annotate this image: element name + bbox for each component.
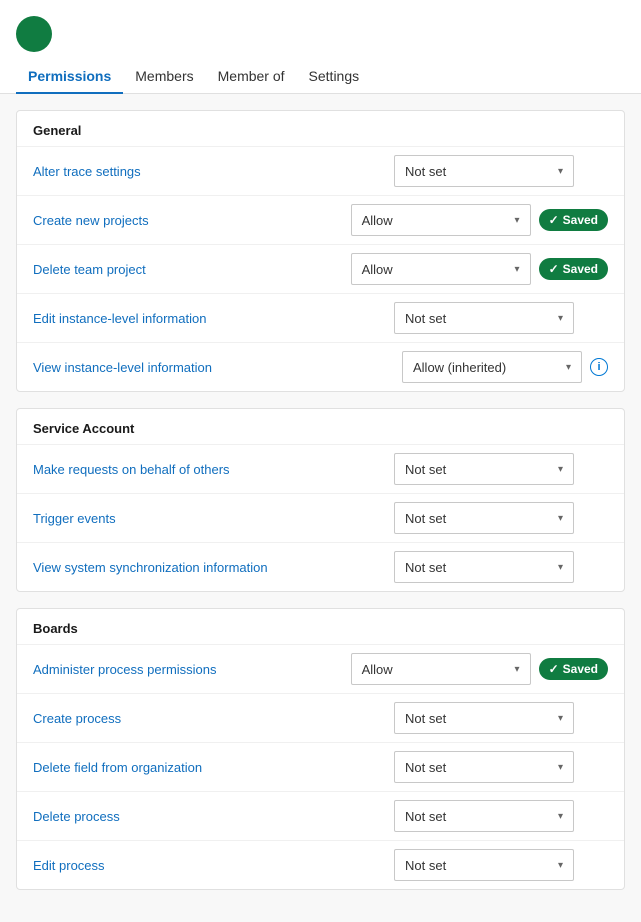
permission-control-delete-team-project: Allow ▾ Saved xyxy=(351,253,608,285)
permission-control-administer-process: Allow ▾ Saved xyxy=(351,653,608,685)
saved-badge-create-projects: Saved xyxy=(539,209,608,231)
permission-control-view-sync-info: Not set ▾ xyxy=(394,551,608,583)
permission-label-delete-process[interactable]: Delete process xyxy=(33,809,394,824)
permission-label-create-projects[interactable]: Create new projects xyxy=(33,213,351,228)
permission-row-trigger-events: Trigger events Not set ▾ xyxy=(17,493,624,542)
permission-select-edit-instance[interactable]: Not set ▾ xyxy=(394,302,574,334)
permission-select-view-instance[interactable]: Allow (inherited) ▾ xyxy=(402,351,582,383)
tab-settings[interactable]: Settings xyxy=(297,60,372,94)
permission-select-alter-trace[interactable]: Not set ▾ xyxy=(394,155,574,187)
chevron-down-icon: ▾ xyxy=(558,762,563,773)
saved-badge-delete-team-project: Saved xyxy=(539,258,608,280)
permission-row-view-instance: View instance-level informationAllow (in… xyxy=(17,342,624,391)
permission-select-trigger-events[interactable]: Not set ▾ xyxy=(394,502,574,534)
permission-label-alter-trace[interactable]: Alter trace settings xyxy=(33,164,394,179)
tab-member-of[interactable]: Member of xyxy=(206,60,297,94)
chevron-down-icon: ▾ xyxy=(558,464,563,475)
chevron-down-icon: ▾ xyxy=(558,562,563,573)
avatar xyxy=(16,16,52,52)
permission-select-make-requests[interactable]: Not set ▾ xyxy=(394,453,574,485)
permission-label-delete-field[interactable]: Delete field from organization xyxy=(33,760,394,775)
chevron-down-icon: ▾ xyxy=(558,860,563,871)
chevron-down-icon: ▾ xyxy=(558,811,563,822)
permission-value-edit-instance: Not set xyxy=(405,311,446,326)
chevron-down-icon: ▾ xyxy=(558,313,563,324)
permission-control-create-projects: Allow ▾ Saved xyxy=(351,204,608,236)
permission-value-edit-process: Not set xyxy=(405,858,446,873)
permission-row-delete-team-project: Delete team project Allow ▾ Saved xyxy=(17,244,624,293)
permission-value-view-sync-info: Not set xyxy=(405,560,446,575)
permission-value-alter-trace: Not set xyxy=(405,164,446,179)
permission-label-make-requests[interactable]: Make requests on behalf of others xyxy=(33,462,394,477)
permission-label-edit-instance[interactable]: Edit instance-level information xyxy=(33,311,394,326)
chevron-down-icon: ▾ xyxy=(558,166,563,177)
permission-label-trigger-events[interactable]: Trigger events xyxy=(33,511,394,526)
section-title-service-account: Service Account xyxy=(17,409,624,444)
permission-row-edit-process: Edit process Not set ▾ xyxy=(17,840,624,889)
permission-label-administer-process[interactable]: Administer process permissions xyxy=(33,662,351,677)
permission-row-delete-process: Delete process Not set ▾ xyxy=(17,791,624,840)
chevron-down-icon: ▾ xyxy=(558,713,563,724)
permission-select-delete-field[interactable]: Not set ▾ xyxy=(394,751,574,783)
permission-value-create-process: Not set xyxy=(405,711,446,726)
section-title-general: General xyxy=(17,111,624,146)
permission-select-administer-process[interactable]: Allow ▾ xyxy=(351,653,531,685)
permission-control-edit-instance: Not set ▾ xyxy=(394,302,608,334)
permission-value-make-requests: Not set xyxy=(405,462,446,477)
permission-control-delete-process: Not set ▾ xyxy=(394,800,608,832)
permission-label-edit-process[interactable]: Edit process xyxy=(33,858,394,873)
permission-row-create-projects: Create new projects Allow ▾ Saved xyxy=(17,195,624,244)
info-icon[interactable]: i xyxy=(590,358,608,376)
permission-row-edit-instance: Edit instance-level information Not set ▾ xyxy=(17,293,624,342)
permission-control-view-instance: Allow (inherited) ▾ i xyxy=(402,351,608,383)
saved-badge-administer-process: Saved xyxy=(539,658,608,680)
permission-label-delete-team-project[interactable]: Delete team project xyxy=(33,262,351,277)
permission-control-trigger-events: Not set ▾ xyxy=(394,502,608,534)
permission-value-delete-team-project: Allow xyxy=(362,262,393,277)
permission-label-view-instance[interactable]: View instance-level information xyxy=(33,360,402,375)
tab-permissions[interactable]: Permissions xyxy=(16,60,123,94)
permission-row-delete-field: Delete field from organization Not set ▾ xyxy=(17,742,624,791)
permission-row-create-process: Create process Not set ▾ xyxy=(17,693,624,742)
permission-select-create-process[interactable]: Not set ▾ xyxy=(394,702,574,734)
permission-select-create-projects[interactable]: Allow ▾ xyxy=(351,204,531,236)
permission-control-delete-field: Not set ▾ xyxy=(394,751,608,783)
saved-label: Saved xyxy=(563,662,598,676)
permission-label-view-sync-info[interactable]: View system synchronization information xyxy=(33,560,394,575)
main-content: GeneralAlter trace settingsNot set▾Creat… xyxy=(0,94,641,922)
permission-select-edit-process[interactable]: Not set ▾ xyxy=(394,849,574,881)
permission-value-view-instance: Allow (inherited) xyxy=(413,360,506,375)
permission-control-alter-trace: Not set ▾ xyxy=(394,155,608,187)
permission-value-trigger-events: Not set xyxy=(405,511,446,526)
permission-select-delete-team-project[interactable]: Allow ▾ xyxy=(351,253,531,285)
permission-row-make-requests: Make requests on behalf of othersNot set… xyxy=(17,444,624,493)
permission-value-create-projects: Allow xyxy=(362,213,393,228)
tab-members[interactable]: Members xyxy=(123,60,205,94)
permission-select-view-sync-info[interactable]: Not set ▾ xyxy=(394,551,574,583)
chevron-down-icon: ▾ xyxy=(515,264,520,275)
chevron-down-icon: ▾ xyxy=(558,513,563,524)
section-boards: BoardsAdminister process permissionsAllo… xyxy=(16,608,625,890)
permission-select-delete-process[interactable]: Not set ▾ xyxy=(394,800,574,832)
permission-row-alter-trace: Alter trace settings Not set ▾ xyxy=(17,146,624,195)
chevron-down-icon: ▾ xyxy=(515,215,520,226)
permission-value-administer-process: Allow xyxy=(362,662,393,677)
permission-value-delete-field: Not set xyxy=(405,760,446,775)
saved-label: Saved xyxy=(563,262,598,276)
nav-tabs: PermissionsMembersMember ofSettings xyxy=(0,60,641,94)
permission-value-delete-process: Not set xyxy=(405,809,446,824)
section-title-boards: Boards xyxy=(17,609,624,644)
chevron-down-icon: ▾ xyxy=(566,362,571,373)
permission-control-create-process: Not set ▾ xyxy=(394,702,608,734)
section-service-account: Service Account Make requests on behalf o… xyxy=(16,408,625,592)
saved-label: Saved xyxy=(563,213,598,227)
chevron-down-icon: ▾ xyxy=(515,664,520,675)
page-header xyxy=(0,0,641,60)
permission-control-make-requests: Not set ▾ xyxy=(394,453,608,485)
permission-control-edit-process: Not set ▾ xyxy=(394,849,608,881)
permission-row-administer-process: Administer process permissions Allow ▾ Save… xyxy=(17,644,624,693)
permission-row-view-sync-info: View system synchronization informationN… xyxy=(17,542,624,591)
section-general: GeneralAlter trace settingsNot set▾Creat… xyxy=(16,110,625,392)
permission-label-create-process[interactable]: Create process xyxy=(33,711,394,726)
